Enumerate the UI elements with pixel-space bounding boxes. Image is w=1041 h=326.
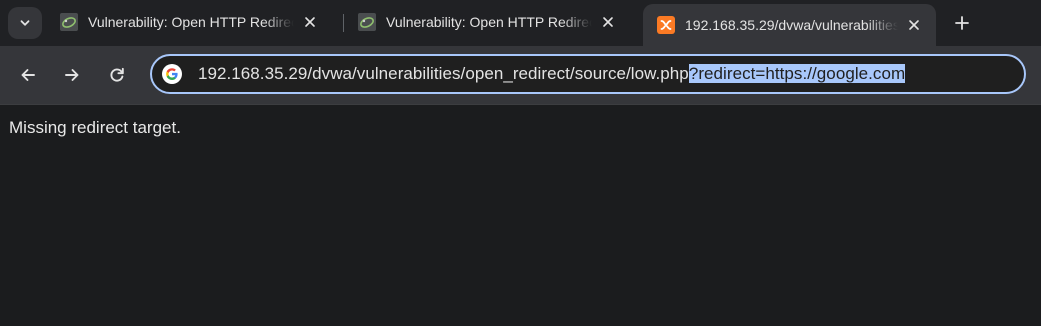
tab-close-button[interactable] [598, 12, 618, 32]
dvwa-icon [358, 13, 376, 31]
tab-open-redirect-1[interactable]: Vulnerability: Open HTTP Redirect [46, 4, 332, 40]
tab-close-button[interactable] [300, 12, 320, 32]
new-tab-button[interactable] [948, 9, 976, 37]
back-button[interactable] [13, 60, 43, 90]
page-content: Missing redirect target. [0, 105, 1041, 326]
forward-button[interactable] [57, 60, 87, 90]
tab-close-button[interactable] [904, 15, 924, 35]
close-icon [603, 17, 613, 27]
chevron-down-icon [20, 20, 30, 26]
google-icon [162, 64, 182, 84]
arrow-left-icon [21, 69, 35, 81]
tab-search-button[interactable] [8, 7, 42, 39]
url-base: 192.168.35.29/dvwa/vulnerabilities/open_… [198, 64, 689, 83]
tab-title: Vulnerability: Open HTTP Redirect [386, 14, 592, 30]
plus-icon [955, 16, 969, 30]
url-selected-query: ?redirect=https://google.com [688, 64, 906, 83]
dvwa-icon [60, 13, 78, 31]
reload-button[interactable] [102, 60, 132, 90]
tab-title: Vulnerability: Open HTTP Redirect [88, 14, 294, 30]
reload-icon [110, 67, 124, 82]
arrow-right-icon [65, 69, 79, 81]
tab-active-low-php[interactable]: 192.168.35.29/dvwa/vulnerabilities/open_… [643, 4, 936, 46]
tab-strip: Vulnerability: Open HTTP Redirect Vulner… [0, 0, 1041, 46]
browser-toolbar: 192.168.35.29/dvwa/vulnerabilities/open_… [0, 46, 1041, 105]
xampp-icon [657, 16, 675, 34]
tab-title: 192.168.35.29/dvwa/vulnerabilities/open_… [685, 17, 898, 33]
close-icon [909, 20, 919, 30]
address-bar[interactable]: 192.168.35.29/dvwa/vulnerabilities/open_… [150, 54, 1026, 94]
close-icon [305, 17, 315, 27]
url-text: 192.168.35.29/dvwa/vulnerabilities/open_… [198, 64, 906, 84]
tab-open-redirect-2[interactable]: Vulnerability: Open HTTP Redirect [344, 4, 630, 40]
redirect-message: Missing redirect target. [9, 118, 181, 137]
